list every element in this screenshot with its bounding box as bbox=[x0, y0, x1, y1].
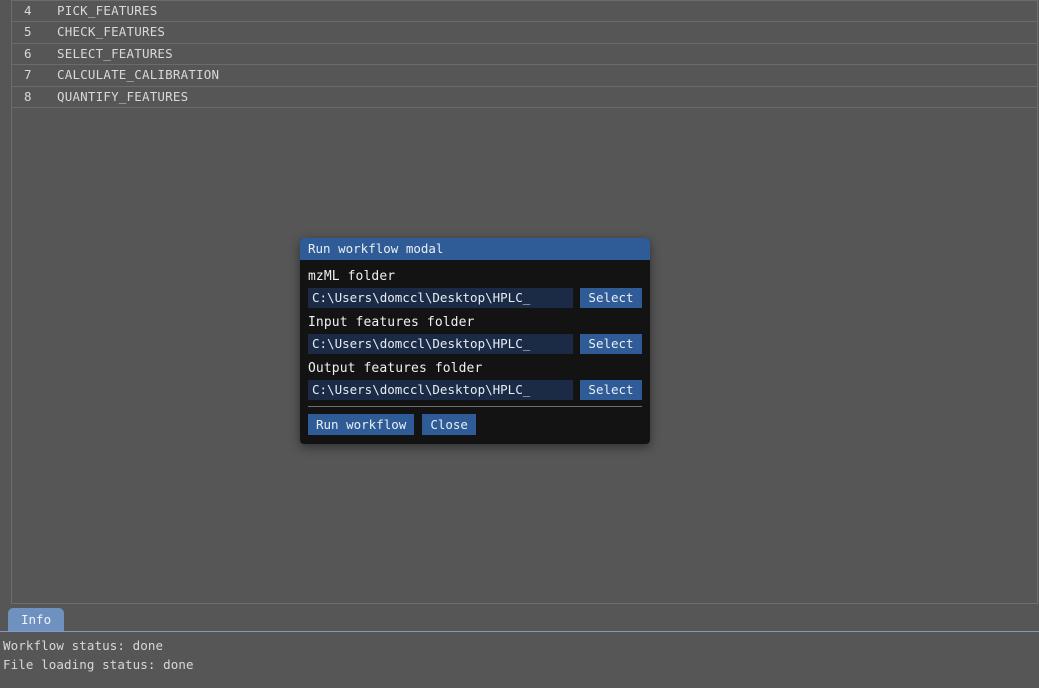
mzml-folder-field-group: mzML folder Select bbox=[308, 267, 642, 308]
log-line: Workflow status: done bbox=[3, 638, 164, 653]
table-row[interactable]: 8 QUANTIFY_FEATURES bbox=[12, 87, 1037, 108]
row-step-name: QUANTIFY_FEATURES bbox=[57, 88, 189, 104]
row-step-name: SELECT_FEATURES bbox=[57, 45, 173, 61]
output-features-folder-field-group: Output features folder Select bbox=[308, 359, 642, 400]
input-features-folder-input[interactable] bbox=[308, 334, 573, 354]
table-row[interactable]: 6 SELECT_FEATURES bbox=[12, 44, 1037, 65]
table-row[interactable]: 5 CHECK_FEATURES bbox=[12, 22, 1037, 44]
modal-title[interactable]: Run workflow modal bbox=[300, 238, 650, 260]
modal-body: mzML folder Select Input features folder… bbox=[300, 260, 650, 444]
table-row[interactable]: 7 CALCULATE_CALIBRATION bbox=[12, 65, 1037, 87]
input-features-folder-field-group: Input features folder Select bbox=[308, 313, 642, 354]
tab-info[interactable]: Info bbox=[8, 608, 65, 631]
mzml-folder-row: Select bbox=[308, 288, 642, 308]
close-modal-button[interactable]: Close bbox=[422, 414, 476, 435]
row-step-name: PICK_FEATURES bbox=[57, 2, 158, 18]
row-index: 6 bbox=[24, 45, 32, 61]
row-index: 5 bbox=[24, 24, 32, 40]
log-line: File loading status: done bbox=[3, 657, 194, 672]
input-features-folder-label: Input features folder bbox=[308, 315, 475, 330]
row-index: 8 bbox=[24, 88, 32, 104]
table-row[interactable]: 4 PICK_FEATURES bbox=[12, 1, 1037, 22]
input-features-folder-select-button[interactable]: Select bbox=[580, 334, 642, 354]
mzml-folder-label: mzML folder bbox=[308, 269, 396, 284]
modal-action-bar: Run workflow Close bbox=[308, 414, 642, 435]
output-features-folder-row: Select bbox=[308, 380, 642, 400]
output-features-folder-input[interactable] bbox=[308, 380, 573, 400]
output-features-folder-select-button[interactable]: Select bbox=[580, 380, 642, 400]
info-log-output: Workflow status: done File loading status… bbox=[0, 632, 1039, 674]
mzml-folder-input[interactable] bbox=[308, 288, 573, 308]
run-workflow-button[interactable]: Run workflow bbox=[308, 414, 415, 435]
mzml-folder-select-button[interactable]: Select bbox=[580, 288, 642, 308]
row-step-name: CHECK_FEATURES bbox=[57, 24, 166, 40]
row-index: 4 bbox=[24, 2, 32, 18]
row-index: 7 bbox=[24, 67, 32, 83]
info-tab-strip: Info bbox=[0, 608, 1039, 632]
workflow-steps-table: 3ZERO_CHROMATOGRAM_BASELINE4PICK_FEATURE… bbox=[12, 0, 1037, 108]
modal-separator bbox=[308, 406, 642, 407]
info-dock: Info Workflow status: done File loading s… bbox=[0, 608, 1039, 688]
application-window: 3ZERO_CHROMATOGRAM_BASELINE4PICK_FEATURE… bbox=[0, 0, 1039, 688]
row-step-name: CALCULATE_CALIBRATION bbox=[57, 67, 220, 83]
input-features-folder-row: Select bbox=[308, 334, 642, 354]
run-workflow-modal[interactable]: Run workflow modal mzML folder Select In… bbox=[300, 238, 650, 444]
output-features-folder-label: Output features folder bbox=[308, 361, 483, 376]
